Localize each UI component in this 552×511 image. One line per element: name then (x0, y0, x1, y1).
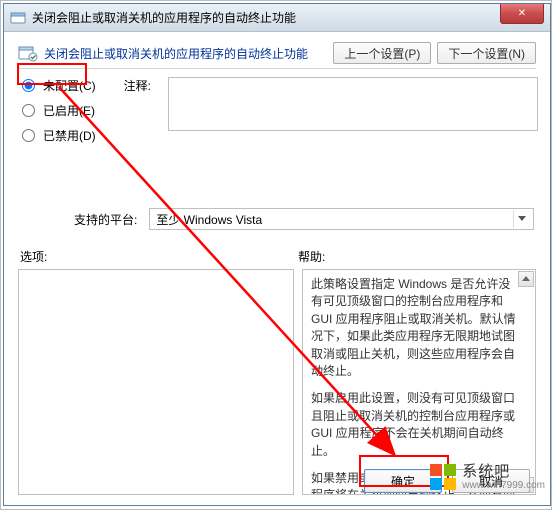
policy-editor-window: 关闭会阻止或取消关机的应用程序的自动终止功能 ✕ 关闭会阻止或取消关机的应用程序… (3, 3, 551, 506)
section-labels: 选项: 帮助: (18, 248, 536, 265)
options-pane (18, 269, 294, 495)
close-icon: ✕ (518, 8, 526, 19)
titlebar[interactable]: 关闭会阻止或取消关机的应用程序的自动终止功能 ✕ (4, 4, 550, 32)
window-icon (10, 10, 26, 26)
radio-enabled[interactable] (22, 104, 35, 117)
scroll-up-button[interactable] (518, 271, 534, 287)
close-button[interactable]: ✕ (500, 4, 544, 24)
panes: 此策略设置指定 Windows 是否允许没有可见顶级窗口的控制台应用程序和 GU… (18, 269, 536, 495)
cancel-button[interactable]: 取消 (452, 469, 530, 493)
window-title: 关闭会阻止或取消关机的应用程序的自动终止功能 (32, 9, 500, 26)
radio-not-configured[interactable] (22, 79, 35, 92)
help-label: 帮助: (298, 248, 325, 265)
platform-value: 至少 Windows Vista (156, 211, 262, 228)
prev-setting-button[interactable]: 上一个设置(P) (333, 42, 431, 64)
help-pane: 此策略设置指定 Windows 是否允许没有可见顶级窗口的控制台应用程序和 GU… (302, 269, 536, 495)
ok-button[interactable]: 确定 (364, 469, 442, 493)
content-area: 关闭会阻止或取消关机的应用程序的自动终止功能 上一个设置(P) 下一个设置(N)… (4, 32, 550, 495)
radio-enabled-label: 已启用(E) (43, 102, 95, 119)
comment-textarea[interactable] (168, 77, 538, 131)
policy-icon (18, 44, 38, 62)
policy-heading: 关闭会阻止或取消关机的应用程序的自动终止功能 (44, 45, 308, 62)
header-row: 关闭会阻止或取消关机的应用程序的自动终止功能 上一个设置(P) 下一个设置(N) (18, 42, 536, 64)
radio-not-configured-label: 未配置(C) (43, 77, 96, 94)
help-paragraph-2: 如果启用此设置，则没有可见顶级窗口且阻止或取消关机的控制台应用程序或 GUI 应… (311, 390, 517, 460)
platform-label: 支持的平台: (74, 211, 137, 228)
divider (18, 68, 536, 69)
state-radio-group: 未配置(C) 注释: 已启用(E) 已禁用(D) 支持的平台: 至少 Windo… (18, 77, 536, 230)
radio-disabled[interactable] (22, 129, 35, 142)
comment-label: 注释: (124, 77, 151, 94)
radio-disabled-label: 已禁用(D) (43, 127, 96, 144)
chevron-down-icon (513, 210, 529, 228)
dialog-buttons: 确定 取消 (4, 469, 550, 493)
options-label: 选项: (18, 248, 298, 265)
platform-select[interactable]: 至少 Windows Vista (149, 208, 534, 230)
help-paragraph-1: 此策略设置指定 Windows 是否允许没有可见顶级窗口的控制台应用程序和 GU… (311, 276, 517, 380)
next-setting-button[interactable]: 下一个设置(N) (437, 42, 536, 64)
